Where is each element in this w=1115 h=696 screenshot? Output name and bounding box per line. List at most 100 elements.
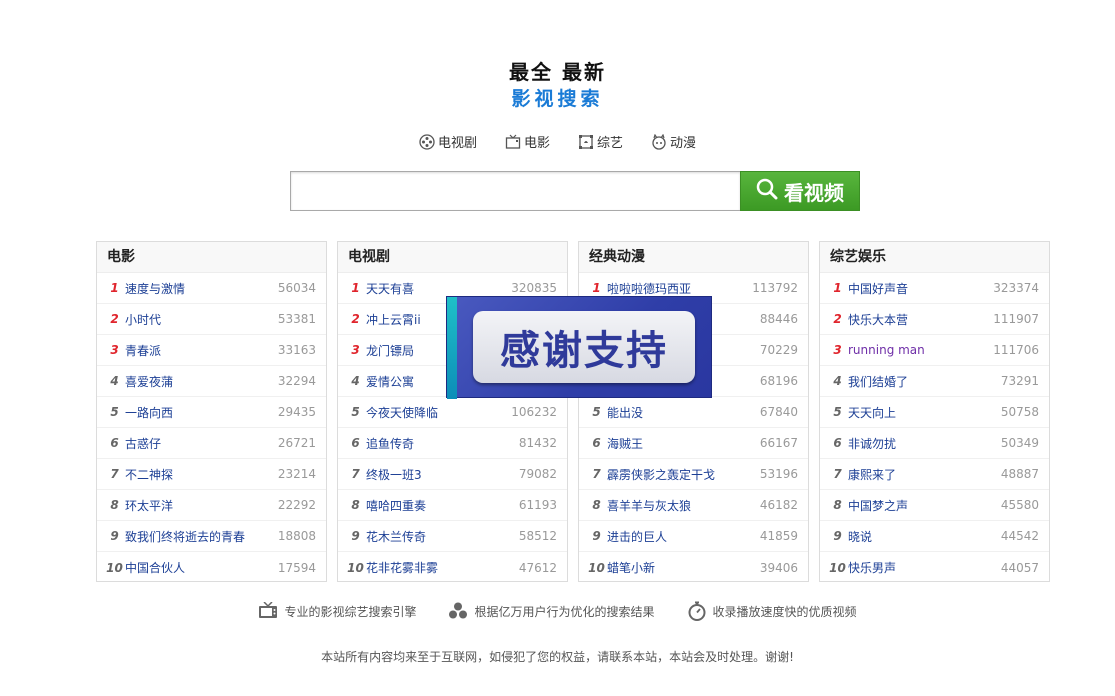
ad-banner[interactable]: 感谢支持	[446, 296, 712, 399]
item-title-link[interactable]: 花非花雾非雾	[365, 559, 519, 576]
item-title-link[interactable]: 中国好声音	[847, 280, 993, 297]
list-item[interactable]: 7 终极一班3 79082	[338, 459, 567, 490]
category-movie[interactable]: 电影	[505, 132, 550, 151]
item-title-link[interactable]: 不二神探	[124, 466, 278, 483]
item-count: 44057	[1000, 560, 1039, 575]
item-title-link[interactable]: 天天有喜	[365, 280, 511, 297]
list-item[interactable]: 4 喜爱夜蒲 32294	[97, 366, 326, 397]
rank-number: 4	[110, 374, 119, 388]
list-item[interactable]: 4 我们结婚了 73291	[820, 366, 1049, 397]
list-item[interactable]: 10 中国合伙人 17594	[97, 552, 326, 583]
list-item[interactable]: 10 快乐男声 44057	[820, 552, 1049, 583]
ranking-box-title[interactable]: 经典动漫	[579, 242, 808, 273]
list-item[interactable]: 2 小时代 53381	[97, 304, 326, 335]
item-title-link[interactable]: 青春派	[124, 342, 278, 359]
item-title-link[interactable]: 我们结婚了	[847, 373, 1001, 390]
list-item[interactable]: 1 速度与激情 56034	[97, 273, 326, 304]
film-reel-icon	[419, 133, 435, 150]
category-tv-series[interactable]: 电视剧	[419, 132, 477, 151]
item-title-link[interactable]: 霹雳侠影之轰定干戈	[606, 466, 760, 483]
item-title-link[interactable]: 非诚勿扰	[847, 435, 1001, 452]
list-item[interactable]: 9 花木兰传奇 58512	[338, 521, 567, 552]
ranking-box-title[interactable]: 电影	[97, 242, 326, 273]
site-logo[interactable]: 最全 最新 影视搜索	[0, 58, 1115, 112]
item-count: 61193	[518, 498, 557, 512]
rank-number: 8	[351, 498, 360, 512]
search-button-label: 看视频	[784, 180, 844, 205]
list-item[interactable]: 5 能出没 67840	[579, 397, 808, 428]
users-icon	[448, 601, 468, 621]
item-title-link[interactable]: 追鱼传奇	[365, 435, 519, 452]
list-item[interactable]: 9 晓说 44542	[820, 521, 1049, 552]
rank-number: 1	[110, 281, 119, 295]
list-item[interactable]: 5 一路向西 29435	[97, 397, 326, 428]
rank-number: 3	[110, 343, 119, 357]
list-item[interactable]: 8 环太平洋 22292	[97, 490, 326, 521]
list-item[interactable]: 10 花非花雾非雾 47612	[338, 552, 567, 583]
list-item[interactable]: 8 中国梦之声 45580	[820, 490, 1049, 521]
item-title-link[interactable]: 小时代	[124, 311, 278, 328]
item-title-link[interactable]: 蜡笔小新	[606, 559, 760, 576]
list-item[interactable]: 5 今夜天使降临 106232	[338, 397, 567, 428]
item-title-link[interactable]: 晓说	[847, 528, 1001, 545]
item-title-link[interactable]: 啦啦啦德玛西亚	[606, 280, 752, 297]
rank-number: 7	[351, 467, 360, 481]
list-item[interactable]: 5 天天向上 50758	[820, 397, 1049, 428]
list-item[interactable]: 2 快乐大本营 111907	[820, 304, 1049, 335]
item-title-link[interactable]: 喜羊羊与灰太狼	[606, 497, 760, 514]
list-item[interactable]: 8 嘻哈四重奏 61193	[338, 490, 567, 521]
feature-label: 收录播放速度快的优质视频	[712, 604, 857, 619]
list-item[interactable]: 6 非诚勿扰 50349	[820, 428, 1049, 459]
item-title-link[interactable]: 嘻哈四重奏	[365, 497, 519, 514]
item-title-link[interactable]: 致我们终将逝去的青春	[124, 528, 278, 545]
search-button[interactable]: 看视频	[740, 171, 860, 211]
search-input[interactable]	[290, 171, 740, 211]
list-item[interactable]: 1 中国好声音 323374	[820, 273, 1049, 304]
list-item[interactable]: 9 进击的巨人 41859	[579, 521, 808, 552]
list-item[interactable]: 8 喜羊羊与灰太狼 46182	[579, 490, 808, 521]
item-count: 67840	[759, 405, 798, 419]
list-item[interactable]: 6 古惑仔 26721	[97, 428, 326, 459]
list-item[interactable]: 10 蜡笔小新 39406	[579, 552, 808, 583]
rank-number: 10	[829, 560, 846, 575]
cartoon-face-icon	[651, 133, 667, 150]
list-item[interactable]: 7 霹雳侠影之轰定干戈 53196	[579, 459, 808, 490]
item-count: 18808	[277, 529, 316, 543]
item-count: 323374	[993, 281, 1039, 295]
list-item[interactable]: 3 running man 111706	[820, 335, 1049, 366]
item-count: 88446	[759, 312, 798, 326]
item-title-link[interactable]: 速度与激情	[124, 280, 278, 297]
item-title-link[interactable]: 能出没	[606, 404, 760, 421]
rank-number: 5	[592, 405, 601, 419]
feature-label: 根据亿万用户行为优化的搜索结果	[474, 604, 655, 619]
ranking-box-title[interactable]: 电视剧	[338, 242, 567, 273]
list-item[interactable]: 9 致我们终将逝去的青春 18808	[97, 521, 326, 552]
item-title-link[interactable]: 花木兰传奇	[365, 528, 519, 545]
item-title-link[interactable]: running man	[847, 343, 993, 357]
item-title-link[interactable]: 古惑仔	[124, 435, 278, 452]
ranking-box-title[interactable]: 综艺娱乐	[820, 242, 1049, 273]
item-title-link[interactable]: 中国合伙人	[124, 559, 278, 576]
list-item[interactable]: 3 青春派 33163	[97, 335, 326, 366]
item-title-link[interactable]: 快乐大本营	[847, 311, 993, 328]
list-item[interactable]: 6 海贼王 66167	[579, 428, 808, 459]
list-item[interactable]: 7 不二神探 23214	[97, 459, 326, 490]
item-title-link[interactable]: 今夜天使降临	[365, 404, 511, 421]
item-title-link[interactable]: 喜爱夜蒲	[124, 373, 278, 390]
item-title-link[interactable]: 进击的巨人	[606, 528, 760, 545]
list-item[interactable]: 6 追鱼传奇 81432	[338, 428, 567, 459]
item-title-link[interactable]: 中国梦之声	[847, 497, 1001, 514]
rank-number: 7	[833, 467, 842, 481]
item-title-link[interactable]: 康熙来了	[847, 466, 1001, 483]
item-title-link[interactable]: 一路向西	[124, 404, 278, 421]
category-anime[interactable]: 动漫	[651, 132, 696, 151]
item-title-link[interactable]: 终极一班3	[365, 466, 519, 483]
category-variety[interactable]: 综艺	[578, 132, 623, 151]
item-title-link[interactable]: 环太平洋	[124, 497, 278, 514]
rank-number: 1	[351, 281, 360, 295]
list-item[interactable]: 7 康熙来了 48887	[820, 459, 1049, 490]
item-count: 17594	[277, 560, 316, 575]
item-title-link[interactable]: 海贼王	[606, 435, 760, 452]
item-title-link[interactable]: 天天向上	[847, 404, 1001, 421]
item-title-link[interactable]: 快乐男声	[847, 559, 1001, 576]
